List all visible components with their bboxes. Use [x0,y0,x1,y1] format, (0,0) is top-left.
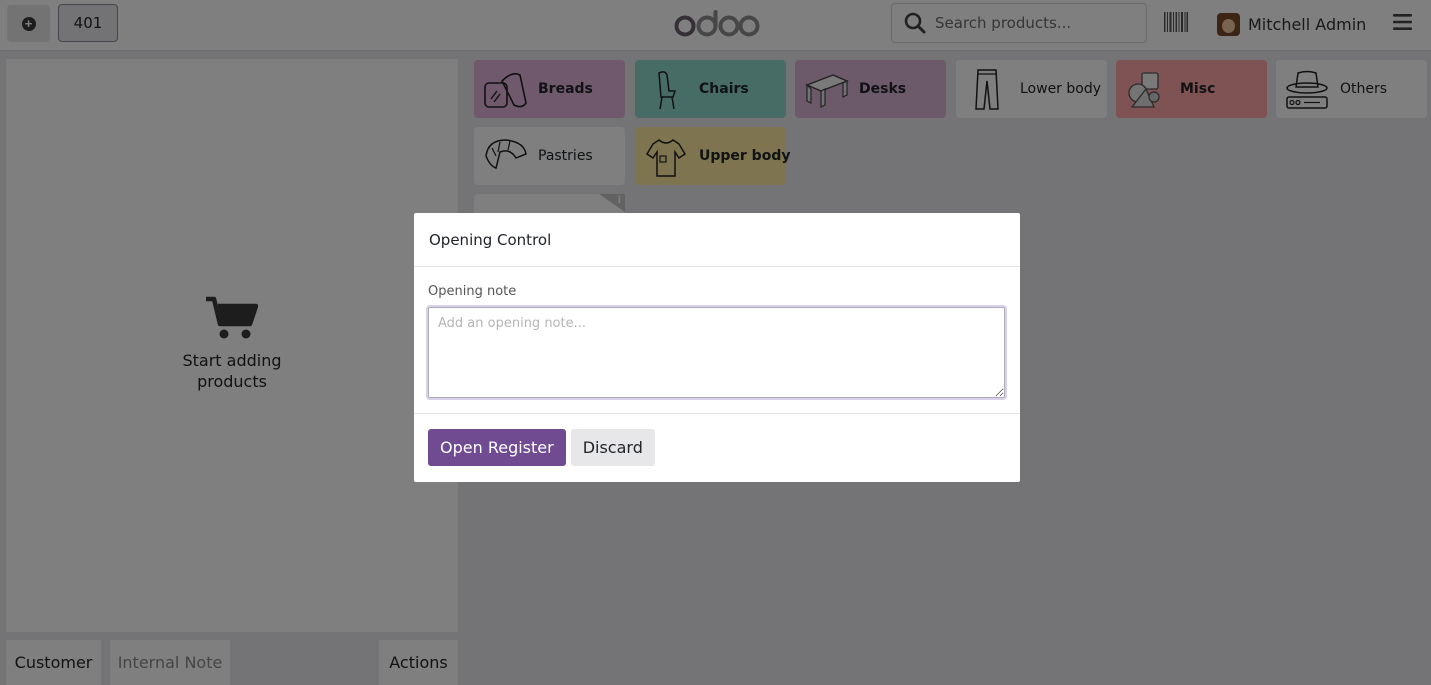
discard-button[interactable]: Discard [570,429,655,466]
opening-note-textarea[interactable] [428,307,1005,398]
opening-control-dialog: Opening Control Opening note Open Regist… [414,213,1020,482]
dialog-body: Opening note [414,267,1020,414]
opening-note-label: Opening note [428,284,517,299]
dialog-title: Opening Control [414,213,1020,267]
dialog-footer: Open Register Discard [414,414,1020,481]
pos-screen: + 401 odoo [0,0,1431,685]
open-register-button[interactable]: Open Register [428,429,566,466]
